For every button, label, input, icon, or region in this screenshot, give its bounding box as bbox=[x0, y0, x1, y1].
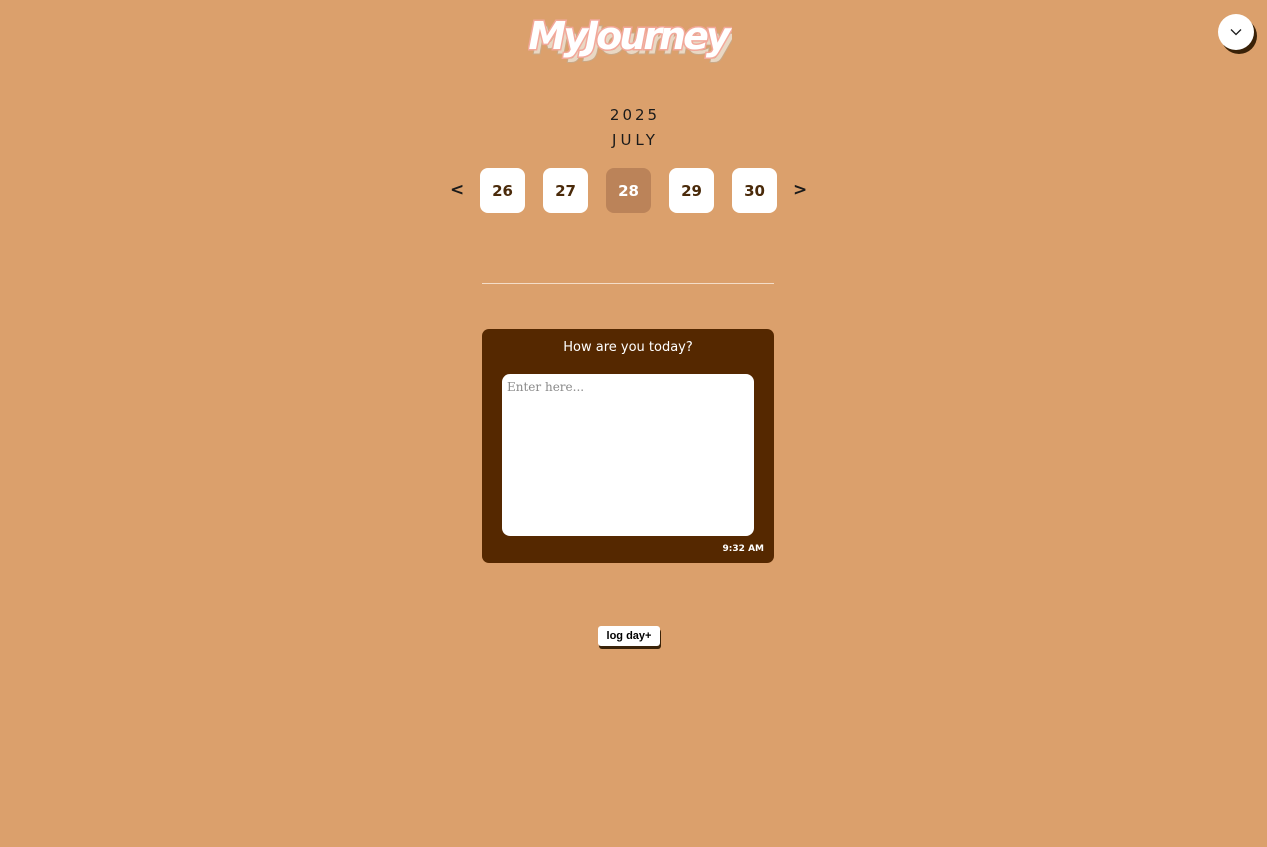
day-button-selected[interactable]: 28 bbox=[606, 168, 651, 213]
day-button[interactable]: 27 bbox=[543, 168, 588, 213]
prev-days-button[interactable]: < bbox=[450, 178, 464, 202]
menu-dropdown-button[interactable] bbox=[1218, 14, 1254, 50]
entry-timestamp: 9:32 AM bbox=[722, 544, 764, 554]
day-button[interactable]: 30 bbox=[732, 168, 777, 213]
app-logo: MyJourney MyJourney bbox=[528, 6, 732, 68]
divider bbox=[482, 283, 774, 284]
day-button[interactable]: 26 bbox=[480, 168, 525, 213]
entry-prompt: How are you today? bbox=[563, 340, 693, 355]
next-days-button[interactable]: > bbox=[793, 178, 807, 202]
logo-graphic: MyJourney MyJourney bbox=[528, 13, 732, 64]
log-day-button[interactable]: log day+ bbox=[598, 626, 660, 646]
journal-entry-input[interactable] bbox=[502, 374, 754, 536]
entry-card: How are you today? 9:32 AM bbox=[482, 329, 774, 563]
page: MyJourney MyJourney 2025 JULY < 26 27 28… bbox=[0, 0, 1267, 847]
logo-text: MyJourney bbox=[528, 14, 732, 58]
chevron-down-icon bbox=[1230, 29, 1242, 36]
day-button[interactable]: 29 bbox=[669, 168, 714, 213]
calendar-month: JULY bbox=[612, 131, 659, 149]
calendar-year: 2025 bbox=[609, 106, 661, 124]
